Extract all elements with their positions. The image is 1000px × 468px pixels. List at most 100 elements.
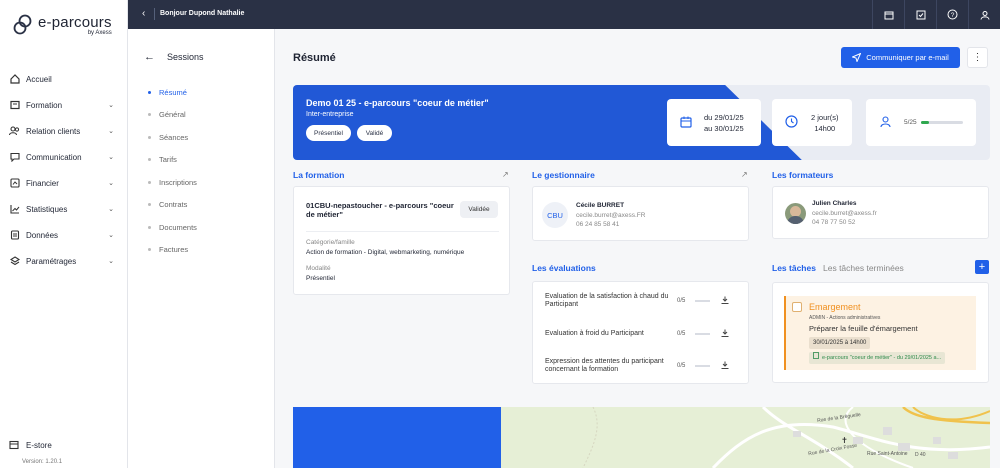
participants-progress	[920, 121, 963, 124]
duration-card: 2 jour(s) 14h00	[772, 99, 852, 146]
trainer-email[interactable]: cecile.burret@axess.fr	[812, 210, 877, 217]
nav-item-statistiques[interactable]: Statistiques ⌄	[0, 196, 128, 222]
modality-value: Présentiel	[306, 275, 335, 282]
document-icon	[813, 352, 819, 364]
nav-item-label: Paramétrages	[26, 256, 77, 266]
page-title: Résumé	[293, 52, 336, 64]
formation-card: 01CBU-nepastoucher - e-parcours "coeur d…	[293, 186, 510, 295]
download-icon[interactable]	[721, 329, 729, 339]
participants-count: 5/25	[904, 119, 917, 126]
nav-item-relation-clients[interactable]: Relation clients ⌄	[0, 118, 128, 144]
subnav-item-contrats[interactable]: Contrats	[148, 194, 197, 217]
task-meta: ADMIN - Actions administratives	[809, 315, 881, 321]
nav-item-label: Statistiques	[26, 204, 68, 214]
nav-item-estore[interactable]: E-store	[9, 440, 52, 451]
nav-item-financier[interactable]: Financier ⌄	[0, 170, 128, 196]
nav-item-label: Accueil	[26, 74, 52, 84]
users-icon	[9, 126, 20, 137]
subnav-item-label: Tarifs	[159, 155, 177, 165]
location-map[interactable]: ✝ Rue de la Bréguelle Rue Saint-Antoine …	[293, 407, 990, 468]
task-item[interactable]: Emargement ADMIN - Actions administrativ…	[784, 296, 976, 370]
map-label: Rue Saint-Antoine	[867, 451, 908, 457]
calendar-icon[interactable]	[872, 0, 904, 29]
date-end: au 30/01/25	[704, 123, 744, 133]
external-link-icon[interactable]: ↗	[741, 170, 748, 179]
arrow-left-icon[interactable]: ←	[144, 51, 155, 63]
list-item[interactable]: Evaluation de la satisfaction à chaud du…	[545, 293, 737, 309]
sessions-header: ← Sessions	[144, 51, 204, 63]
nav-item-parametrages[interactable]: Paramétrages ⌄	[0, 248, 128, 274]
external-link-icon[interactable]: ↗	[502, 170, 509, 179]
session-hero: Demo 01 25 - e-parcours "coeur de métier…	[293, 85, 990, 160]
more-options-button[interactable]: ⋮	[967, 47, 988, 68]
nav-item-label: Données	[26, 230, 59, 240]
task-checkbox[interactable]	[792, 302, 802, 312]
list-item[interactable]: Evaluation à froid du Participant 0/5	[545, 329, 737, 339]
send-icon	[852, 53, 862, 62]
estore-label: E-store	[26, 441, 52, 450]
manager-email[interactable]: cecile.burret@axess.FR	[576, 212, 645, 219]
help-icon[interactable]: ?	[936, 0, 968, 29]
evaluations-card: Evaluation de la satisfaction à chaud du…	[532, 281, 749, 384]
nav-item-accueil[interactable]: Accueil	[0, 66, 128, 92]
person-icon	[880, 115, 891, 130]
section-formation-title: La formation	[293, 170, 345, 180]
chevron-down-icon: ⌄	[108, 206, 114, 213]
svg-text:?: ?	[951, 12, 955, 19]
task-link[interactable]: e-parcours "coeur de métier" - du 29/01/…	[809, 352, 946, 364]
task-link-label: e-parcours "coeur de métier" - du 29/01/…	[822, 355, 942, 361]
money-icon	[9, 178, 20, 189]
nav-item-donnees[interactable]: Données ⌄	[0, 222, 128, 248]
formation-title[interactable]: 01CBU-nepastoucher - e-parcours "coeur d…	[306, 201, 456, 219]
chip-modality: Présentiel	[306, 125, 351, 141]
date-start: du 29/01/25	[704, 112, 744, 122]
evaluation-count: 0/5	[677, 331, 686, 337]
chevron-down-icon: ⌄	[108, 154, 114, 161]
nav-item-label: Formation	[26, 100, 63, 110]
collapse-button[interactable]: ‹	[142, 8, 155, 20]
user-greeting: Bonjour Dupond Nathalie	[160, 10, 245, 17]
home-icon	[9, 74, 20, 85]
evaluation-count: 0/5	[677, 363, 686, 369]
participants-card: 5/25	[866, 99, 976, 146]
nav-item-formation[interactable]: Formation ⌄	[0, 92, 128, 118]
chevron-down-icon: ⌄	[108, 232, 114, 239]
download-icon[interactable]	[721, 361, 729, 371]
subnav-item-tarifs[interactable]: Tarifs	[148, 149, 197, 172]
manager-card: CBU Cécile BURRET cecile.burret@axess.FR…	[532, 186, 749, 241]
subnav-item-resume[interactable]: Résumé	[148, 81, 197, 104]
file-icon	[9, 230, 20, 241]
subnav-item-general[interactable]: Général	[148, 104, 197, 127]
add-task-button[interactable]: +	[975, 260, 989, 274]
chevron-down-icon: ⌄	[108, 102, 114, 109]
subnav-item-label: Général	[159, 110, 186, 120]
chat-icon	[9, 152, 20, 163]
logo-icon	[12, 14, 34, 36]
chart-icon	[9, 204, 20, 215]
app-version: Version: 1.20.1	[22, 459, 63, 465]
app-logo[interactable]: e-parcours by Axess	[12, 14, 112, 36]
task-description: Préparer la feuille d'émargement	[809, 324, 918, 333]
list-item[interactable]: Expression des attentes du participant c…	[545, 358, 737, 374]
top-bar: ‹ Bonjour Dupond Nathalie ?	[128, 0, 1000, 29]
sessions-title: Sessions	[167, 52, 204, 62]
subnav-item-seances[interactable]: Séances	[148, 126, 197, 149]
evaluation-label: Expression des attentes du participant c…	[545, 358, 664, 373]
subnav-item-label: Factures	[159, 245, 189, 255]
evaluation-label: Evaluation à froid du Participant	[545, 330, 644, 337]
user-profile-icon[interactable]	[968, 0, 1000, 29]
tasks-check-icon[interactable]	[904, 0, 936, 29]
nav-item-communication[interactable]: Communication ⌄	[0, 144, 128, 170]
subnav-item-factures[interactable]: Factures	[148, 239, 197, 262]
subnav-item-inscriptions[interactable]: Inscriptions	[148, 171, 197, 194]
download-icon[interactable]	[721, 296, 729, 306]
subnav-item-documents[interactable]: Documents	[148, 216, 197, 239]
category-label: Catégorie/famille	[306, 239, 355, 246]
email-button[interactable]: Communiquer par e-mail	[841, 47, 960, 68]
tab-tasks-done[interactable]: Les tâches terminées	[823, 263, 904, 273]
dates-card: du 29/01/25 au 30/01/25	[667, 99, 761, 146]
session-title: Demo 01 25 - e-parcours "coeur de métier…	[306, 98, 489, 108]
chip-status: Validé	[357, 125, 392, 141]
tab-tasks[interactable]: Les tâches	[772, 263, 816, 273]
subnav-item-label: Inscriptions	[159, 177, 197, 187]
